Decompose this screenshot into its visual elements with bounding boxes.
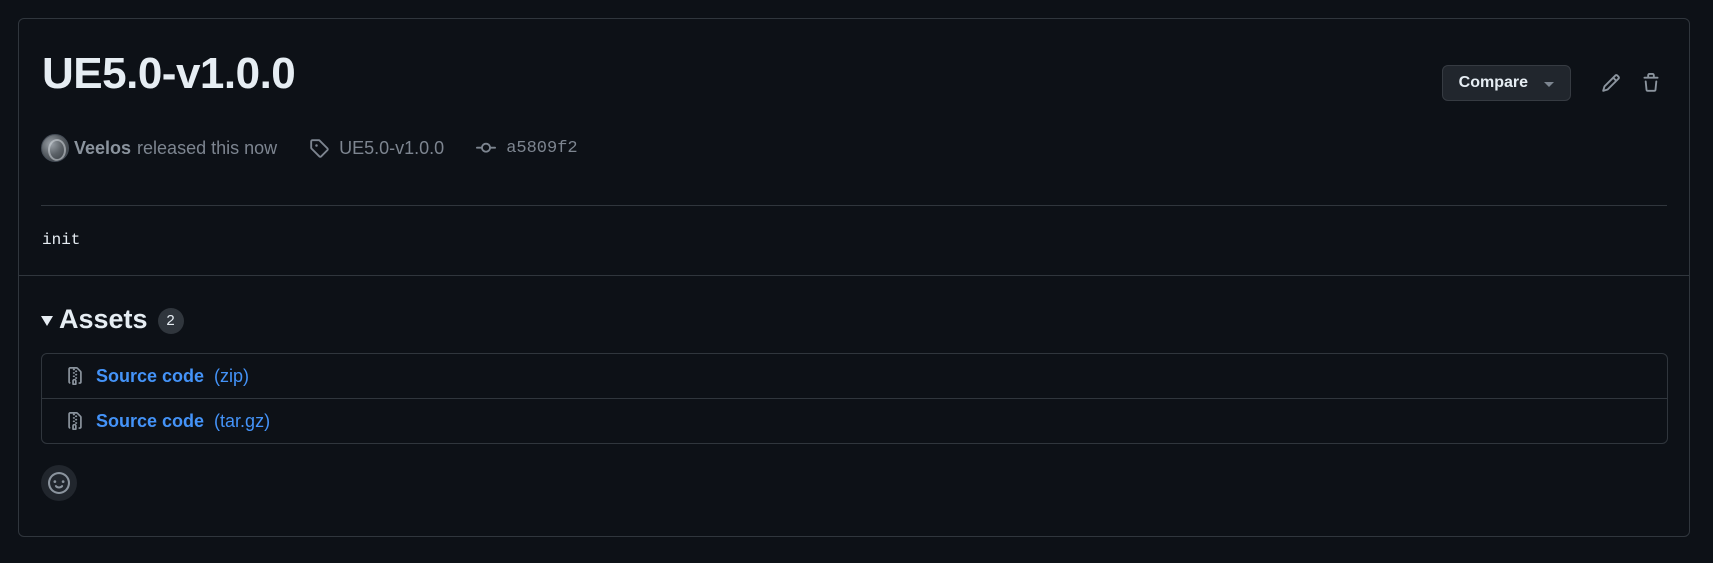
asset-row[interactable]: Source code (tar.gz) — [42, 398, 1667, 443]
release-notes: init — [42, 231, 81, 249]
add-reaction-button[interactable] — [41, 465, 77, 501]
assets-count-badge: 2 — [157, 307, 184, 334]
asset-ext-link[interactable]: (tar.gz) — [214, 411, 270, 432]
asset-name-link[interactable]: Source code — [96, 366, 204, 387]
smiley-icon — [48, 472, 70, 494]
git-commit-icon — [476, 142, 497, 153]
asset-name-link[interactable]: Source code — [96, 411, 204, 432]
release-card: UE5.0-v1.0.0 Compare Veelos released thi… — [18, 18, 1690, 537]
release-header: UE5.0-v1.0.0 Compare Veelos released thi… — [19, 19, 1689, 276]
release-meta: Veelos released this now UE5.0-v1.0.0 a5… — [41, 134, 578, 162]
compare-label: Compare — [1458, 74, 1528, 91]
tag-link[interactable]: UE5.0-v1.0.0 — [309, 138, 444, 159]
avatar[interactable] — [41, 134, 69, 162]
author-link[interactable]: Veelos — [74, 138, 131, 159]
asset-list: Source code (zip) Source code (tar.gz) — [41, 353, 1668, 444]
pencil-icon — [1602, 74, 1620, 92]
assets-title: Assets — [59, 303, 148, 334]
commit-link[interactable]: a5809f2 — [476, 138, 578, 158]
edit-button[interactable] — [1595, 67, 1627, 99]
tag-icon — [310, 139, 329, 158]
caret-down-icon — [1544, 81, 1554, 87]
commit-sha: a5809f2 — [506, 138, 578, 158]
asset-ext-link[interactable]: (zip) — [214, 366, 249, 387]
file-zip-icon — [68, 412, 82, 430]
assets-toggle[interactable]: Assets 2 — [41, 302, 1667, 336]
triangle-down-icon — [41, 316, 53, 326]
delete-button[interactable] — [1635, 67, 1667, 99]
compare-button[interactable]: Compare — [1441, 65, 1571, 101]
header-divider — [41, 205, 1667, 206]
trash-icon — [1643, 73, 1659, 92]
release-title[interactable]: UE5.0-v1.0.0 — [42, 49, 296, 99]
released-text: released this now — [137, 137, 278, 158]
release-actions: Compare — [1441, 65, 1667, 101]
file-zip-icon — [68, 367, 82, 385]
assets-section: Assets 2 Source code (zip) Source code (… — [19, 302, 1689, 501]
tag-label: UE5.0-v1.0.0 — [339, 137, 445, 158]
asset-row[interactable]: Source code (zip) — [42, 354, 1667, 398]
